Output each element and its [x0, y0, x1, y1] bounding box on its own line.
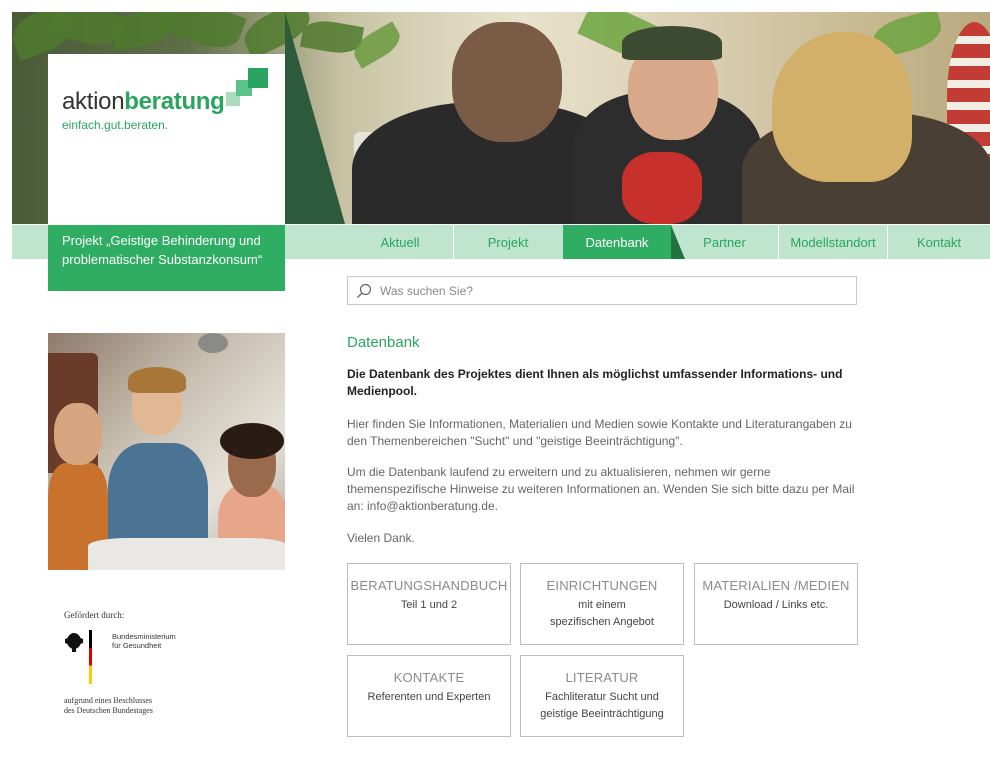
- nav-item-partner[interactable]: Partner: [671, 225, 778, 259]
- card-title: LITERATUR: [565, 670, 639, 685]
- nav-item-aktuell[interactable]: Aktuell: [347, 225, 453, 259]
- funding-label: Gefördert durch:: [64, 610, 125, 620]
- project-title: Projekt „Geistige Behinderung und proble…: [48, 225, 285, 291]
- info-paragraph: Hier finden Sie Informationen, Materiali…: [347, 417, 852, 448]
- card-title: BERATUNGSHANDBUCH: [350, 578, 508, 593]
- card-literatur[interactable]: LITERATUR Fachliteratur Sucht und geisti…: [520, 655, 684, 737]
- nav-item-modellstandort[interactable]: Modellstandort: [779, 225, 887, 259]
- card-materialien-medien[interactable]: MATERIALIEN /MEDIEN Download / Links etc…: [694, 563, 858, 645]
- logo-wordmark: aktionberatung: [62, 88, 225, 115]
- card-subtitle: Teil 1 und 2: [400, 599, 458, 611]
- nav-item-datenbank[interactable]: Datenbank: [563, 225, 671, 259]
- search-input[interactable]: [378, 282, 822, 299]
- intro-text: Die Datenbank des Projektes dient Ihnen …: [347, 367, 843, 398]
- nav-item-projekt[interactable]: Projekt: [454, 225, 562, 259]
- card-subtitle: Fachliteratur Sucht und geistige Beeintr…: [540, 691, 664, 720]
- card-subtitle: Download / Links etc.: [723, 599, 829, 611]
- german-flag-icon: [89, 630, 92, 684]
- card-title: KONTAKTE: [393, 670, 465, 685]
- card-subtitle: mit einem spezifischen Angebot: [550, 599, 654, 628]
- page-title: Datenbank: [347, 334, 420, 351]
- card-beratungshandbuch[interactable]: BERATUNGSHANDBUCH Teil 1 und 2: [347, 563, 511, 645]
- card-kontakte[interactable]: KONTAKTE Referenten und Experten: [347, 655, 511, 737]
- thanks-text: Vielen Dank.: [347, 531, 415, 545]
- ministry-name: Bundesministerium für Gesundheit: [112, 632, 176, 650]
- contact-paragraph: Um die Datenbank laufend zu erweitern un…: [347, 465, 855, 513]
- logo-tagline: einfach.gut.beraten.: [62, 118, 169, 132]
- site-logo[interactable]: aktionberatung einfach.gut.beraten.: [48, 54, 285, 224]
- logo-square-icon: [248, 68, 268, 88]
- card-einrichtungen[interactable]: EINRICHTUNGEN mit einem spezifischen Ang…: [520, 563, 684, 645]
- card-title: EINRICHTUNGEN: [546, 578, 658, 593]
- card-subtitle: Referenten und Experten: [367, 691, 491, 703]
- nav-item-kontakt[interactable]: Kontakt: [888, 225, 990, 259]
- search-icon: [357, 283, 372, 298]
- card-title: MATERIALIEN /MEDIEN: [702, 578, 850, 593]
- federal-eagle-icon: [65, 633, 83, 652]
- group-photo: [48, 333, 285, 570]
- funding-resolution: aufgrund eines Beschlusses des Deutschen…: [64, 696, 153, 715]
- search-box[interactable]: [347, 276, 857, 305]
